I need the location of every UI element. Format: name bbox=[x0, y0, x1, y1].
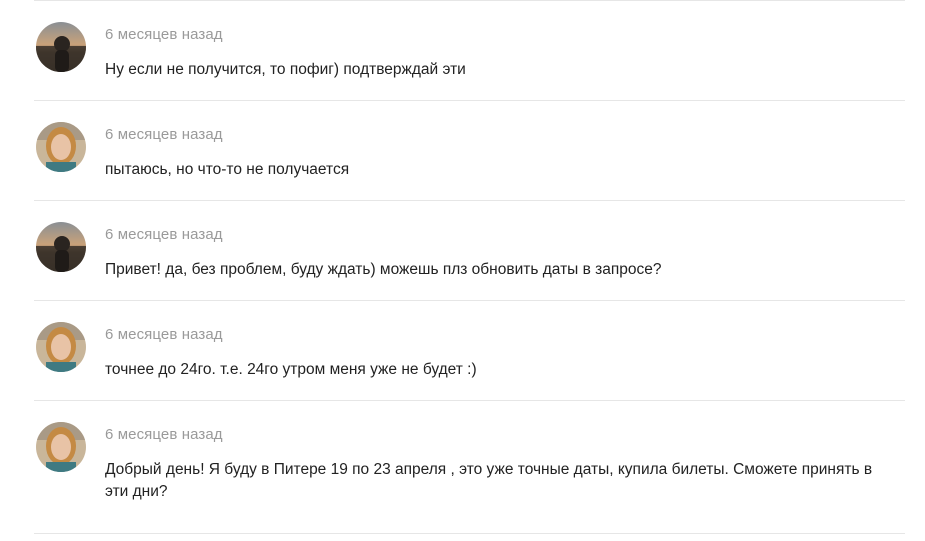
message-item: 6 месяцев назад Ну если не получится, то… bbox=[34, 0, 905, 100]
avatar-woman-icon[interactable] bbox=[36, 322, 86, 372]
message-timestamp: 6 месяцев назад bbox=[105, 26, 223, 43]
message-text: Привет! да, без проблем, буду ждать) мож… bbox=[105, 261, 662, 278]
message-text: Ну если не получится, то пофиг) подтверж… bbox=[105, 61, 466, 78]
message-text: Добрый день! Я буду в Питере 19 по 23 ап… bbox=[105, 461, 873, 500]
avatar-woman-icon[interactable] bbox=[36, 122, 86, 172]
message-thread: 6 месяцев назад Ну если не получится, то… bbox=[34, 0, 905, 534]
avatar-sunset-icon[interactable] bbox=[36, 22, 86, 72]
avatar-sunset-icon[interactable] bbox=[36, 222, 86, 272]
message-timestamp: 6 месяцев назад bbox=[105, 226, 223, 243]
message-text: точнее до 24го. т.е. 24го утром меня уже… bbox=[105, 361, 477, 378]
avatar-woman-icon[interactable] bbox=[36, 422, 86, 472]
message-text: пытаюсь, но что-то не получается bbox=[105, 161, 350, 178]
message-item: 6 месяцев назад Добрый день! Я буду в Пи… bbox=[34, 400, 905, 534]
message-item: 6 месяцев назад точнее до 24го. т.е. 24г… bbox=[34, 300, 905, 400]
message-item: 6 месяцев назад пытаюсь, но что-то не по… bbox=[34, 100, 905, 200]
message-item: 6 месяцев назад Привет! да, без проблем,… bbox=[34, 200, 905, 300]
message-timestamp: 6 месяцев назад bbox=[105, 426, 223, 443]
message-timestamp: 6 месяцев назад bbox=[105, 126, 223, 143]
message-timestamp: 6 месяцев назад bbox=[105, 326, 223, 343]
